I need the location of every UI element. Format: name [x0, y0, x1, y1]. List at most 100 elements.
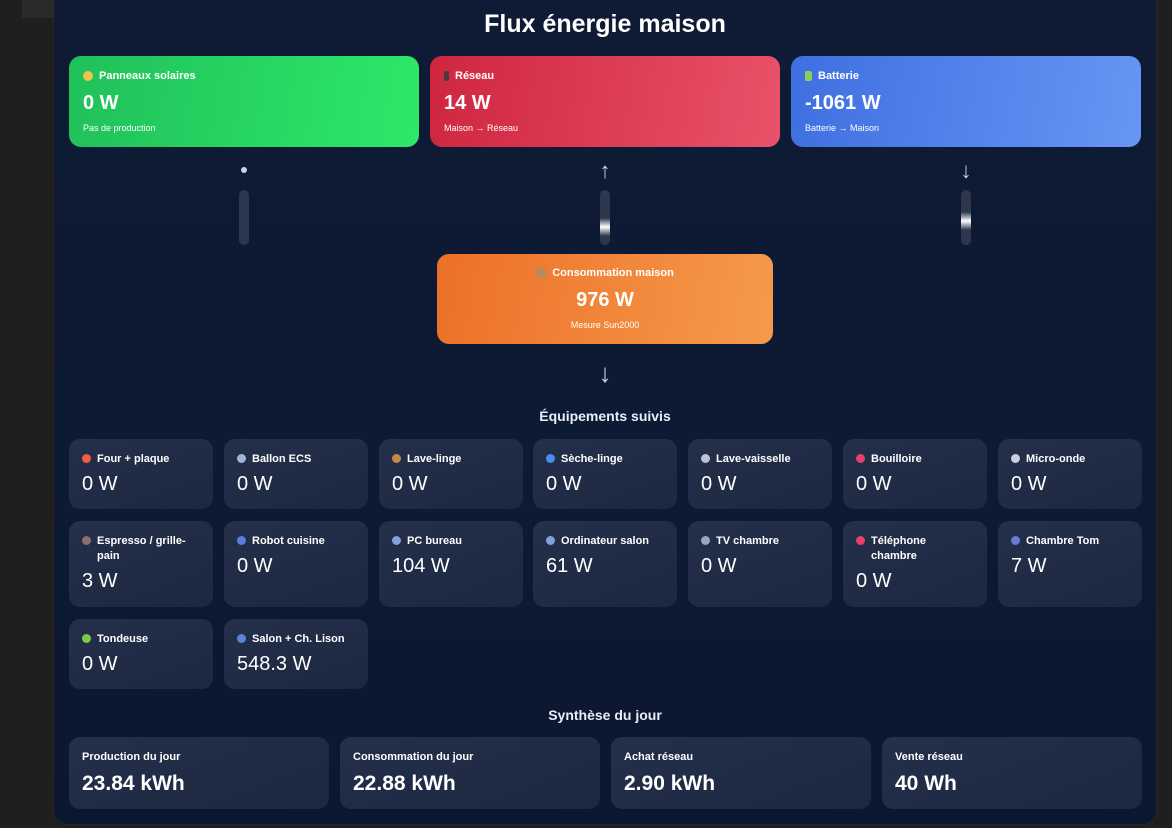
microwave-icon [1011, 454, 1020, 463]
equipment-label: PC bureau [407, 535, 463, 547]
summary-label: Consommation du jour [353, 751, 474, 763]
equipment-section-title: Équipements suivis [539, 408, 671, 424]
house-source: Mesure Sun2000 [570, 320, 640, 330]
solar-status: Pas de production [83, 123, 156, 133]
equipment-card[interactable]: Ordinateur salon 61 W [533, 521, 677, 607]
laptop-icon [392, 536, 401, 545]
dryer-icon [546, 454, 555, 463]
equipment-card[interactable]: Lave-vaisselle 0 W [688, 439, 832, 509]
equipment-card[interactable]: Micro-onde 0 W [998, 439, 1142, 509]
kettle-icon [856, 454, 865, 463]
robot-icon [237, 536, 246, 545]
shower-icon [237, 454, 246, 463]
equipment-card[interactable]: Four + plaque 0 W [69, 439, 213, 509]
equipment-value: 0 W [82, 473, 118, 495]
equipment-card[interactable]: Robot cuisine 0 W [224, 521, 368, 607]
equipment-label: Ordinateur salon [561, 535, 650, 547]
house-icon [536, 268, 547, 278]
equipment-value: 0 W [701, 473, 737, 495]
solar-label: Panneaux solaires [99, 70, 196, 82]
equipment-card[interactable]: Lave-linge 0 W [379, 439, 523, 509]
solar-flow-idle-dot [241, 167, 247, 173]
equipment-value: 0 W [1011, 473, 1047, 495]
sun-icon [83, 71, 93, 81]
tv-icon [701, 536, 710, 545]
summary-card[interactable]: Vente réseau 40 Wh [882, 737, 1142, 809]
summary-label: Vente réseau [895, 751, 963, 763]
grid-direction: Maison → Réseau [444, 123, 519, 133]
bed-icon [1011, 536, 1020, 545]
equipment-label: TV chambre [716, 535, 779, 547]
house-value: 976 W [576, 289, 634, 311]
energy-flow-panel: Flux énergie maison Panneaux solaires 0 … [54, 0, 1156, 824]
grass-icon [82, 634, 91, 643]
sofa-icon [237, 634, 246, 643]
battery-direction: Batterie → Maison [805, 123, 880, 133]
summary-section-title: Synthèse du jour [548, 707, 662, 723]
summary-value: 23.84 kWh [82, 772, 185, 795]
summary-card[interactable]: Consommation du jour 22.88 kWh [340, 737, 600, 809]
page-title: Flux énergie maison [484, 10, 726, 38]
coffee-icon [82, 536, 91, 545]
equipment-label: Espresso / grille-pain [97, 535, 186, 562]
equipment-label: Robot cuisine [252, 535, 325, 547]
equipment-card[interactable]: PC bureau 104 W [379, 521, 523, 607]
equipment-value: 61 W [546, 555, 593, 577]
grid-card[interactable]: Réseau 14 W Maison → Réseau [430, 56, 780, 147]
equipment-label: Chambre Tom [1026, 535, 1100, 547]
basket-icon [392, 454, 401, 463]
battery-value: -1061 W [805, 92, 881, 114]
grid-label: Réseau [455, 70, 495, 82]
equipment-card[interactable]: Téléphone chambre 0 W [843, 521, 987, 607]
battery-card[interactable]: Batterie -1061 W Batterie → Maison [791, 56, 1141, 147]
summary-label: Production du jour [82, 751, 181, 763]
equipment-card[interactable]: Sèche-linge 0 W [533, 439, 677, 509]
equipment-value: 0 W [856, 570, 892, 592]
equipment-label: Lave-vaisselle [716, 453, 791, 465]
grid-value: 14 W [444, 92, 491, 114]
solar-flow-pipe [239, 190, 249, 245]
window-edge [22, 0, 54, 18]
summary-card[interactable]: Achat réseau 2.90 kWh [611, 737, 871, 809]
battery-flow-arrow: ↓ [960, 158, 972, 183]
equipment-label: Sèche-linge [561, 453, 623, 465]
equipment-card[interactable]: Salon + Ch. Lison 548.3 W [224, 619, 368, 689]
house-flow-arrow: ↓ [598, 358, 612, 388]
equipment-value: 0 W [237, 473, 273, 495]
equipment-card[interactable]: Bouilloire 0 W [843, 439, 987, 509]
equipment-card[interactable]: Ballon ECS 0 W [224, 439, 368, 509]
equipment-value: 0 W [237, 555, 273, 577]
battery-label: Batterie [818, 70, 859, 82]
equipment-value: 0 W [856, 473, 892, 495]
equipment-card[interactable]: TV chambre 0 W [688, 521, 832, 607]
summary-value: 22.88 kWh [353, 772, 456, 795]
equipment-label: Tondeuse [97, 633, 149, 645]
grid-flow-arrow: ↑ [599, 158, 611, 183]
equipment-value: 104 W [392, 555, 450, 577]
house-label: Consommation maison [552, 267, 674, 279]
summary-value: 40 Wh [895, 772, 957, 795]
equipment-card[interactable]: Tondeuse 0 W [69, 619, 213, 689]
solar-value: 0 W [83, 92, 119, 114]
summary-card[interactable]: Production du jour 23.84 kWh [69, 737, 329, 809]
equipment-value: 7 W [1011, 555, 1047, 577]
equipment-value: 0 W [701, 555, 737, 577]
equipment-label: Téléphone chambre [871, 535, 927, 562]
equipment-value: 0 W [82, 653, 118, 675]
equipment-card[interactable]: Espresso / grille-pain 3 W [69, 521, 213, 607]
plug-icon [444, 71, 449, 81]
grid-flow-pipe [600, 190, 610, 245]
equipment-value: 0 W [546, 473, 582, 495]
battery-icon [805, 71, 812, 81]
solar-card[interactable]: Panneaux solaires 0 W Pas de production [69, 56, 419, 147]
equipment-label: Bouilloire [871, 453, 922, 465]
phone-icon [856, 536, 865, 545]
summary-label: Achat réseau [624, 751, 694, 763]
battery-flow-pipe [961, 190, 971, 245]
dishes-icon [701, 454, 710, 463]
equipment-value: 3 W [82, 570, 118, 592]
equipment-card[interactable]: Chambre Tom 7 W [998, 521, 1142, 607]
equipment-label: Lave-linge [407, 453, 462, 465]
house-consumption-card[interactable]: Consommation maison 976 W Mesure Sun2000 [437, 254, 773, 344]
equipment-label: Ballon ECS [252, 453, 312, 465]
